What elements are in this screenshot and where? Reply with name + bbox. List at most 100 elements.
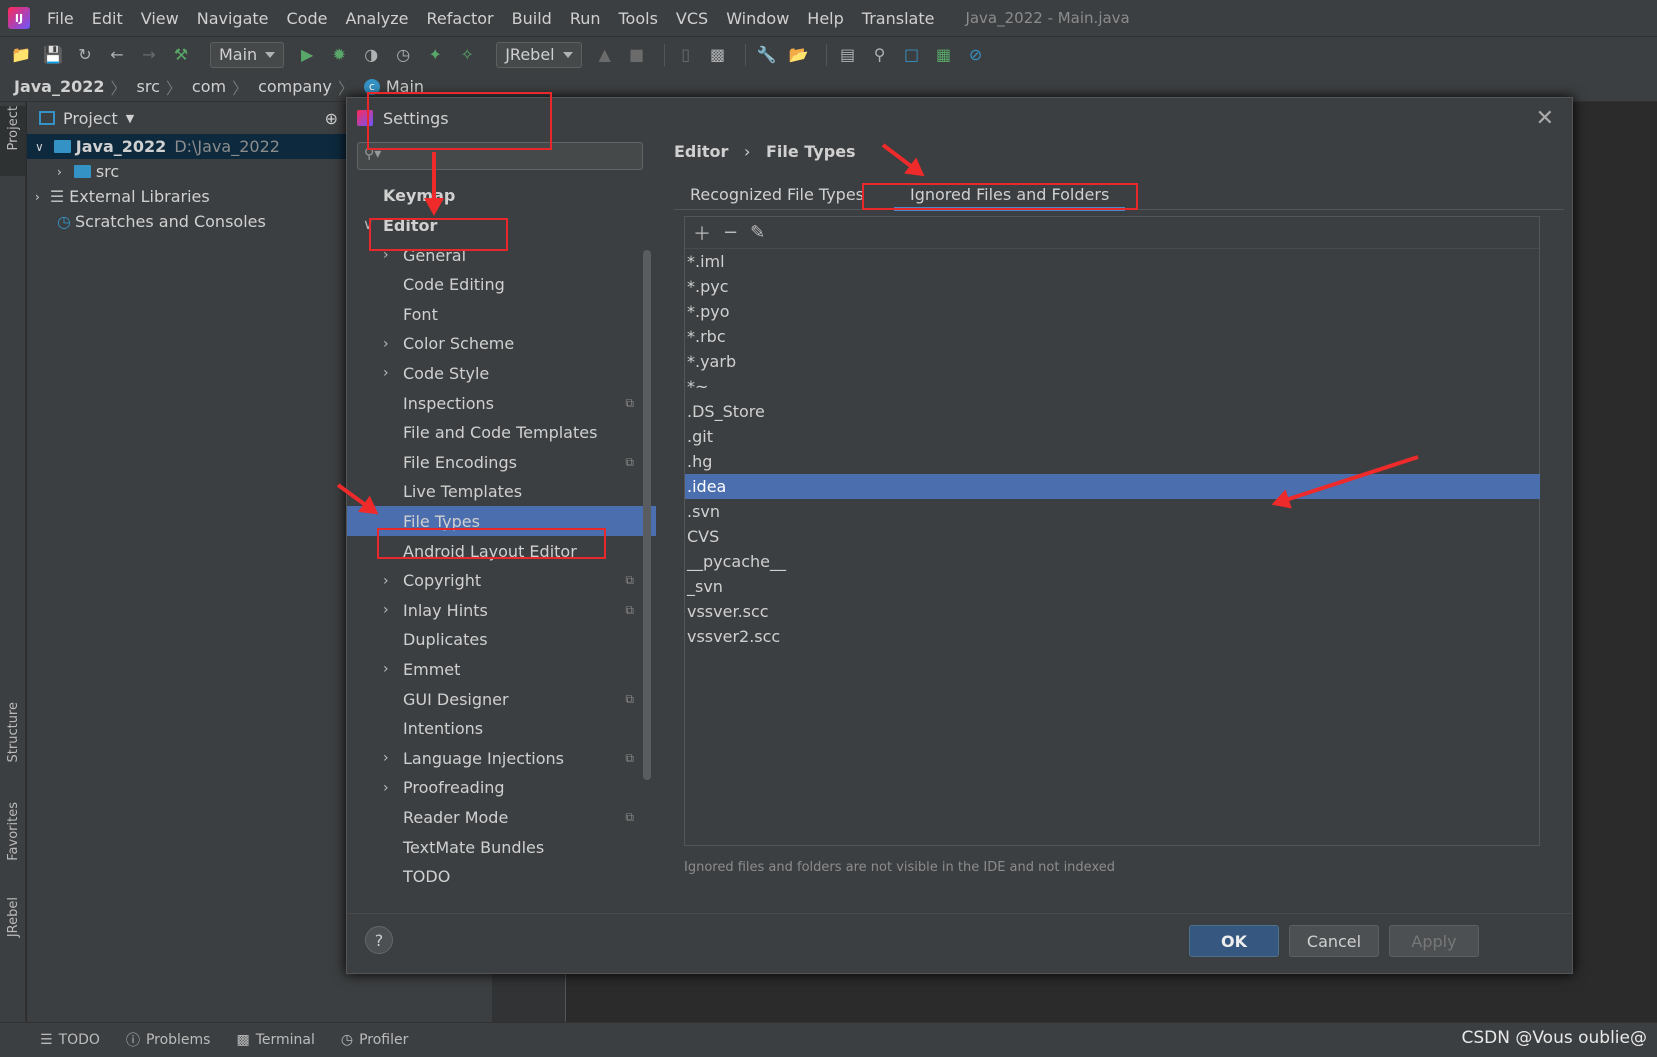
monitor-icon[interactable]: ▦	[931, 42, 957, 68]
sidebar-item-inspections[interactable]: Inspections ⧉	[347, 388, 656, 418]
menu-window[interactable]: Window	[726, 9, 789, 28]
sidebar-item-keymap[interactable]: Keymap	[347, 180, 656, 210]
list-item[interactable]: *.pyo	[685, 299, 1539, 324]
help-button[interactable]: ?	[365, 926, 393, 954]
run-icon[interactable]: ▶	[294, 42, 320, 68]
profile-icon[interactable]: ◷	[390, 42, 416, 68]
chevron-right-icon[interactable]: ›	[383, 365, 389, 381]
translate-icon[interactable]: □	[899, 42, 925, 68]
chevron-right-icon[interactable]: ›	[383, 780, 389, 796]
menu-run[interactable]: Run	[570, 9, 601, 28]
problems-tool-button[interactable]: ⓘ Problems	[126, 1030, 211, 1050]
list-item[interactable]: .idea	[685, 474, 1540, 499]
chevron-right-icon[interactable]: ›	[383, 750, 389, 766]
sidebar-item-emmet[interactable]: › Emmet	[347, 654, 656, 684]
list-item[interactable]: vssver.scc	[685, 599, 1539, 624]
power-save-icon[interactable]: ⊘	[963, 42, 989, 68]
sidebar-item-todo[interactable]: TODO	[347, 862, 656, 892]
locate-target-icon[interactable]: ⊕	[325, 109, 338, 128]
menu-refactor[interactable]: Refactor	[427, 9, 494, 28]
sidebar-item-textmate-bundles[interactable]: TextMate Bundles	[347, 832, 656, 862]
sidebar-item-gui-designer[interactable]: GUI Designer ⧉	[347, 684, 656, 714]
update-icon[interactable]: ▲	[592, 42, 618, 68]
close-icon[interactable]: ✕	[1536, 106, 1554, 131]
edit-pencil-icon[interactable]: ✎	[750, 222, 765, 243]
jrebel-debug-icon[interactable]: ✧	[454, 42, 480, 68]
tab-recognized-file-types[interactable]: Recognized File Types	[674, 178, 880, 210]
favorites-tool-tab[interactable]: Favorites	[0, 802, 26, 882]
menu-build[interactable]: Build	[512, 9, 552, 28]
apply-button[interactable]: Apply	[1389, 925, 1479, 957]
sidebar-item-code-style[interactable]: › Code Style	[347, 358, 656, 388]
sidebar-item-file-and-code-templates[interactable]: File and Code Templates	[347, 418, 656, 448]
chevron-right-icon[interactable]: ›	[35, 190, 40, 204]
sidebar-item-font[interactable]: Font	[347, 299, 656, 329]
structure-tool-tab[interactable]: Structure	[0, 702, 26, 782]
list-item[interactable]: .svn	[685, 499, 1539, 524]
project-tool-tab[interactable]: Project	[0, 106, 26, 176]
jrebel-run-icon[interactable]: ✦	[422, 42, 448, 68]
list-item[interactable]: _svn	[685, 574, 1539, 599]
list-item[interactable]: *.pyc	[685, 274, 1539, 299]
search-icon[interactable]: ⚲	[867, 42, 893, 68]
terminal-window-icon[interactable]: ▤	[835, 42, 861, 68]
menu-file[interactable]: File	[47, 9, 74, 28]
sidebar-scrollbar[interactable]	[643, 250, 651, 780]
forward-arrow-icon[interactable]: →	[136, 42, 162, 68]
stop-icon[interactable]: ■	[624, 42, 650, 68]
menu-help[interactable]: Help	[807, 9, 843, 28]
menu-vcs[interactable]: VCS	[676, 9, 708, 28]
menu-translate[interactable]: Translate	[862, 9, 935, 28]
chevron-right-icon[interactable]: ›	[383, 336, 389, 352]
add-icon[interactable]: ＋	[693, 220, 711, 246]
project-structure-icon[interactable]: 📂	[786, 42, 812, 68]
sidebar-item-live-templates[interactable]: Live Templates	[347, 477, 656, 507]
chevron-right-icon[interactable]: ›	[383, 661, 389, 677]
list-item[interactable]: *~	[685, 374, 1539, 399]
menu-code[interactable]: Code	[287, 9, 328, 28]
sidebar-item-reader-mode[interactable]: Reader Mode ⧉	[347, 802, 656, 832]
chevron-right-icon[interactable]: ›	[57, 165, 62, 179]
menu-view[interactable]: View	[141, 9, 179, 28]
jrebel-tool-tab[interactable]: JRebel	[0, 897, 26, 962]
nav-crumb[interactable]: Java_2022	[14, 77, 105, 96]
profiler-tool-button[interactable]: ◷ Profiler	[341, 1032, 409, 1048]
list-item[interactable]: __pycache__	[685, 549, 1539, 574]
menu-navigate[interactable]: Navigate	[197, 9, 269, 28]
settings-wrench-icon[interactable]: 🔧	[754, 42, 780, 68]
sync-icon[interactable]: ↻	[72, 42, 98, 68]
sidebar-item-file-encodings[interactable]: File Encodings ⧉	[347, 447, 656, 477]
chevron-right-icon[interactable]: ›	[383, 573, 389, 589]
sdk-manager-icon[interactable]: ▩	[705, 42, 731, 68]
cancel-button[interactable]: Cancel	[1289, 925, 1379, 957]
nav-crumb[interactable]: src	[137, 77, 160, 96]
open-folder-icon[interactable]: 📁	[8, 42, 34, 68]
chevron-down-icon[interactable]: ∨	[35, 140, 44, 154]
list-item[interactable]: CVS	[685, 524, 1539, 549]
todo-tool-button[interactable]: ☰ TODO	[40, 1032, 100, 1048]
sidebar-item-inlay-hints[interactable]: › Inlay Hints ⧉	[347, 595, 656, 625]
jrebel-combo[interactable]: JRebel	[496, 41, 582, 68]
list-item[interactable]: vssver2.scc	[685, 624, 1539, 649]
list-item[interactable]: .git	[685, 424, 1539, 449]
list-item[interactable]: *.rbc	[685, 324, 1539, 349]
menu-edit[interactable]: Edit	[92, 9, 123, 28]
menu-tools[interactable]: Tools	[619, 9, 658, 28]
sidebar-item-intentions[interactable]: Intentions	[347, 714, 656, 744]
terminal-tool-button[interactable]: ▩ Terminal	[236, 1032, 314, 1048]
nav-crumb[interactable]: com	[192, 77, 226, 96]
coverage-icon[interactable]: ◑	[358, 42, 384, 68]
device-icon[interactable]: ▯	[673, 42, 699, 68]
sidebar-item-copyright[interactable]: › Copyright ⧉	[347, 566, 656, 596]
sidebar-item-language-injections[interactable]: › Language Injections ⧉	[347, 743, 656, 773]
chevron-down-icon[interactable]: ▼	[126, 112, 134, 125]
list-item[interactable]: *.yarb	[685, 349, 1539, 374]
sidebar-item-color-scheme[interactable]: › Color Scheme	[347, 329, 656, 359]
sidebar-item-duplicates[interactable]: Duplicates	[347, 625, 656, 655]
chevron-right-icon[interactable]: ›	[383, 602, 389, 618]
menu-analyze[interactable]: Analyze	[345, 9, 408, 28]
list-item[interactable]: .hg	[685, 449, 1539, 474]
save-icon[interactable]: 💾	[40, 42, 66, 68]
back-arrow-icon[interactable]: ←	[104, 42, 130, 68]
sidebar-item-code-editing[interactable]: Code Editing	[347, 270, 656, 300]
